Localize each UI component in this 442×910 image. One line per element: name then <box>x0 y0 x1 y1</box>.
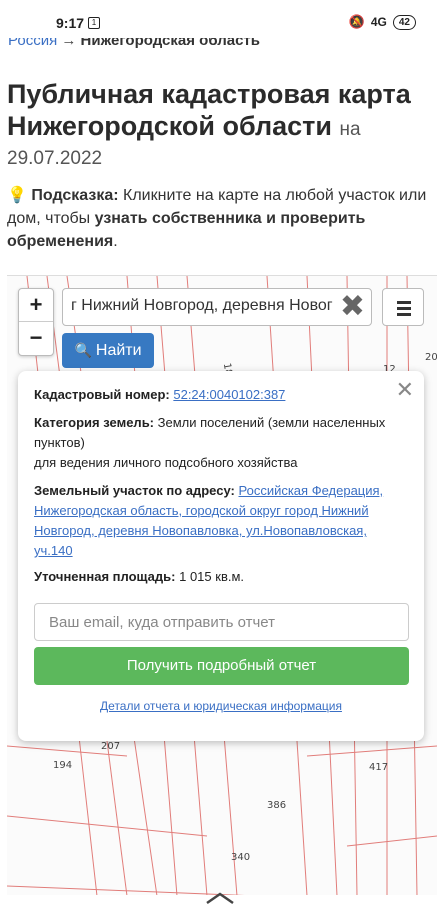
area-label: Уточненная площадь: <box>34 569 176 584</box>
report-details-link[interactable]: Детали отчета и юридическая информация <box>18 699 424 713</box>
hint-text-2: . <box>113 233 118 250</box>
zoom-out-button[interactable]: − <box>19 322 53 355</box>
land-category-row: Категория земель: Земли поселений (земли… <box>34 413 404 453</box>
search-icon: 🔍 <box>74 342 92 358</box>
map-label: 340 <box>231 852 251 863</box>
hint-label: Подсказка: <box>31 187 119 204</box>
find-button[interactable]: 🔍 Найти <box>62 333 154 368</box>
notification-icon: 1 <box>88 17 100 29</box>
area-value: 1 015 кв.м. <box>179 569 245 584</box>
category-label: Категория земель: <box>34 415 155 430</box>
lightbulb-icon: 💡 <box>7 187 27 204</box>
cadastral-number-link[interactable]: 52:24:0040102:387 <box>173 387 285 402</box>
map-label: 207 <box>101 741 121 752</box>
cadastral-number-row: Кадастровый номер: 52:24:0040102:387 <box>34 385 404 405</box>
map-label: 417 <box>369 762 389 773</box>
map-label: 20 <box>425 352 437 363</box>
hint: 💡 Подсказка: Кликните на карте на любой … <box>7 184 437 253</box>
area-row: Уточненная площадь: 1 015 кв.м. <box>34 567 404 587</box>
chevron-up-icon[interactable] <box>205 890 235 906</box>
page-title-date-prefix: на <box>339 119 361 140</box>
zoom-in-button[interactable]: + <box>19 289 53 322</box>
address-row: Земельный участок по адресу: Российская … <box>34 481 404 561</box>
search-box: ✖ <box>62 288 372 326</box>
battery-icon: 42 <box>392 14 416 30</box>
status-indicators: 🔕 4G 42 <box>349 14 416 30</box>
status-bar: 9:17 1 🔕 4G 42 <box>0 0 442 38</box>
land-usage: для ведения личного подсобного хозяйства <box>34 455 298 470</box>
address-search-input[interactable] <box>71 297 335 315</box>
parcel-info-popup: ✕ Кадастровый номер: 52:24:0040102:387 К… <box>18 371 424 741</box>
cadastral-label: Кадастровый номер: <box>34 387 170 402</box>
email-field[interactable] <box>34 603 409 641</box>
signal-icon: 4G <box>370 15 387 29</box>
close-icon[interactable]: ✖ <box>340 292 365 322</box>
page-date: 29.07.2022 <box>7 148 103 169</box>
address-label: Земельный участок по адресу: <box>34 483 235 498</box>
mute-icon: 🔕 <box>348 14 365 29</box>
menu-button[interactable] <box>382 288 424 326</box>
zoom-controls: + − <box>18 288 54 356</box>
get-report-button[interactable]: Получить подробный отчет <box>34 647 409 685</box>
find-button-label: Найти <box>95 342 142 359</box>
page-title: Публичная кадастровая карта Нижегородско… <box>7 78 437 146</box>
map-label: 194 <box>53 760 73 771</box>
map-label: 386 <box>267 800 287 811</box>
status-time: 9:17 <box>56 15 85 31</box>
